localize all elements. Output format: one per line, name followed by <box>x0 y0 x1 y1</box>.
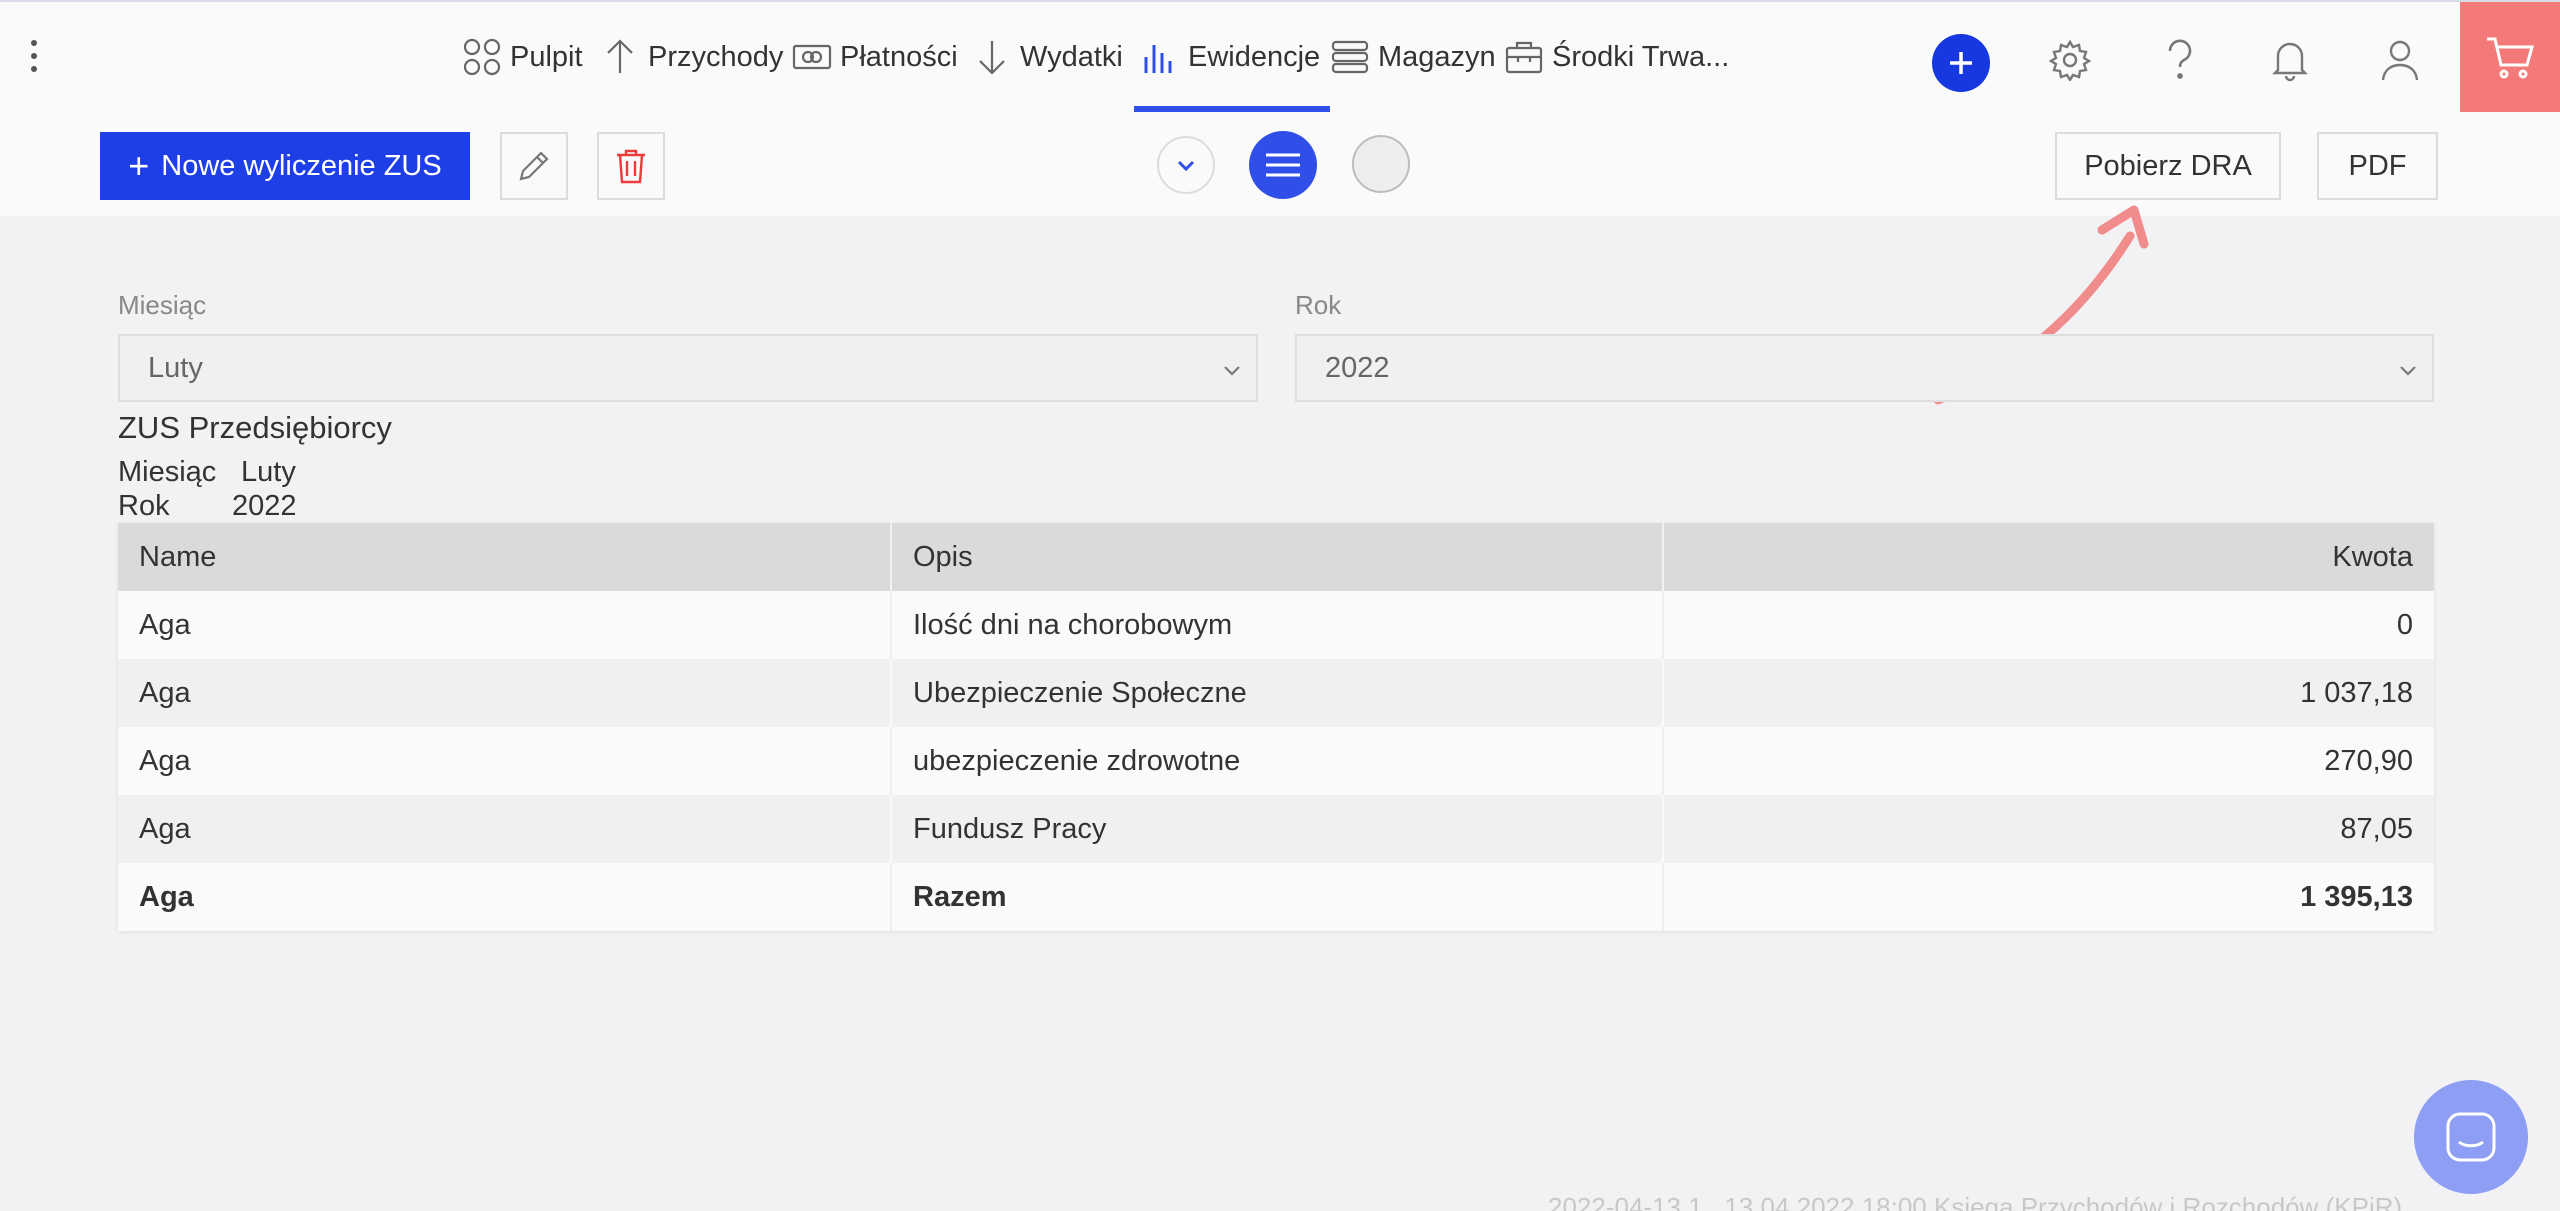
section-title: ZUS Przedsiębiorcy <box>118 410 392 445</box>
arrow-down-icon <box>972 37 1012 77</box>
cell-amount: 87,05 <box>1662 795 2434 863</box>
user-icon <box>2381 40 2419 81</box>
nav-item-przychody[interactable]: Przychody <box>600 2 783 112</box>
column-header-name[interactable]: Name <box>118 523 890 591</box>
more-menu-icon[interactable] <box>26 40 42 76</box>
column-header-description[interactable]: Opis <box>890 523 1662 591</box>
year-select[interactable]: 2022 <box>1295 334 2434 402</box>
new-zus-calculation-label: Nowe wyliczenie ZUS <box>161 149 442 182</box>
chevron-down-icon <box>2400 366 2416 376</box>
cell-name: Aga <box>139 744 191 777</box>
trash-icon <box>617 149 645 184</box>
cell-name: Aga <box>139 812 191 845</box>
year-field-label: Rok <box>1295 290 1342 320</box>
cell-name: Aga <box>139 608 191 641</box>
table-row[interactable]: Aga Ilość dni na chorobowym 0 <box>118 591 2434 659</box>
cell-description: ubezpieczenie zdrowotne <box>890 727 1662 795</box>
cell-name: Aga <box>139 880 194 913</box>
arrow-up-icon <box>600 37 640 77</box>
pdf-button[interactable]: PDF <box>2317 132 2438 200</box>
table-total-row[interactable]: Aga Razem 1 395,13 <box>118 863 2434 931</box>
list-view-button[interactable] <box>1249 131 1317 199</box>
nav-item-ewidencje[interactable]: Ewidencje <box>1133 2 1331 112</box>
grid-view-button[interactable] <box>1352 135 1410 193</box>
pdf-label: PDF <box>2348 149 2407 182</box>
question-mark-icon <box>2168 39 2192 79</box>
edit-button[interactable] <box>500 132 568 200</box>
summary-month-value: Luty <box>241 456 296 488</box>
add-new-button[interactable] <box>1932 34 1990 92</box>
table-row[interactable]: Aga ubezpieczenie zdrowotne 270,90 <box>118 727 2434 795</box>
delete-button[interactable] <box>597 132 665 200</box>
summary-year-key: Rok <box>118 490 170 522</box>
column-header-amount[interactable]: Kwota <box>1662 523 2434 591</box>
cell-description: Razem <box>890 863 1662 931</box>
gear-icon <box>2049 39 2091 81</box>
new-zus-calculation-button[interactable]: + Nowe wyliczenie ZUS <box>100 132 470 200</box>
nav-item-wydatki[interactable]: Wydatki <box>972 2 1123 112</box>
pencil-icon <box>519 151 549 181</box>
zus-table: Name Opis Kwota Aga Ilość dni na chorobo… <box>118 523 2434 931</box>
nav-label: Wydatki <box>1020 40 1123 73</box>
cart-icon <box>2487 37 2534 79</box>
bar-chart-icon <box>1140 37 1180 77</box>
cart-button[interactable] <box>2460 2 2560 114</box>
cell-amount: 1 037,18 <box>1662 659 2434 727</box>
month-field-label: Miesiąc <box>118 290 207 320</box>
cell-amount: 1 395,13 <box>1662 863 2434 931</box>
bell-icon <box>2272 42 2308 82</box>
nav-item-magazyn[interactable]: Magazyn <box>1330 2 1496 112</box>
menu-lines-icon <box>1266 153 1300 177</box>
nav-item-platnosci[interactable]: Płatności <box>792 2 958 112</box>
nav-label: Środki Trwa... <box>1552 40 1730 73</box>
nav-label: Magazyn <box>1378 40 1496 73</box>
download-dra-label: Pobierz DRA <box>2084 149 2252 182</box>
footer-status-text: 2022-04-13 1...13.04.2022 18:00 Księga P… <box>1548 1192 2403 1211</box>
nav-item-srodki-trwale[interactable]: Środki Trwa... <box>1504 2 1729 112</box>
nav-item-pulpit[interactable]: Pulpit <box>462 2 583 112</box>
cell-name: Aga <box>139 676 191 709</box>
briefcase-icon <box>1504 37 1544 77</box>
nav-label: Płatności <box>840 40 958 73</box>
help-button[interactable] <box>2156 36 2204 84</box>
stack-icon <box>1330 37 1370 77</box>
nav-label: Ewidencje <box>1188 40 1321 73</box>
settings-button[interactable] <box>2046 36 2094 84</box>
plus-icon <box>1950 52 1972 74</box>
cell-description: Ubezpieczenie Społeczne <box>890 659 1662 727</box>
summary-month-key: Miesiąc <box>118 456 217 488</box>
table-row[interactable]: Aga Fundusz Pracy 87,05 <box>118 795 2434 863</box>
dashboard-dots-icon <box>462 37 502 77</box>
year-select-value: 2022 <box>1325 351 1390 384</box>
cell-amount: 0 <box>1662 591 2434 659</box>
nav-label: Pulpit <box>510 40 583 73</box>
month-select[interactable]: Luty <box>118 334 1258 402</box>
summary-year-value: 2022 <box>232 490 297 522</box>
chat-icon <box>2446 1112 2496 1162</box>
chat-support-button[interactable] <box>2414 1080 2528 1194</box>
plus-icon: + <box>128 145 150 186</box>
user-account-button[interactable] <box>2376 36 2424 84</box>
chevron-down-icon <box>1177 160 1195 172</box>
top-navigation-bar: Pulpit Przychody Płatności Wydatki Ewide… <box>0 0 2560 114</box>
month-select-value: Luty <box>148 351 203 384</box>
chevron-down-icon <box>1224 366 1240 376</box>
notifications-button[interactable] <box>2266 36 2314 84</box>
nav-label: Przychody <box>648 40 784 73</box>
payment-card-icon <box>792 37 832 77</box>
cell-description: Ilość dni na chorobowym <box>890 591 1662 659</box>
cell-description: Fundusz Pracy <box>890 795 1662 863</box>
cell-amount: 270,90 <box>1662 727 2434 795</box>
table-header-row: Name Opis Kwota <box>118 523 2434 591</box>
table-row[interactable]: Aga Ubezpieczenie Społeczne 1 037,18 <box>118 659 2434 727</box>
expand-button[interactable] <box>1157 136 1215 194</box>
